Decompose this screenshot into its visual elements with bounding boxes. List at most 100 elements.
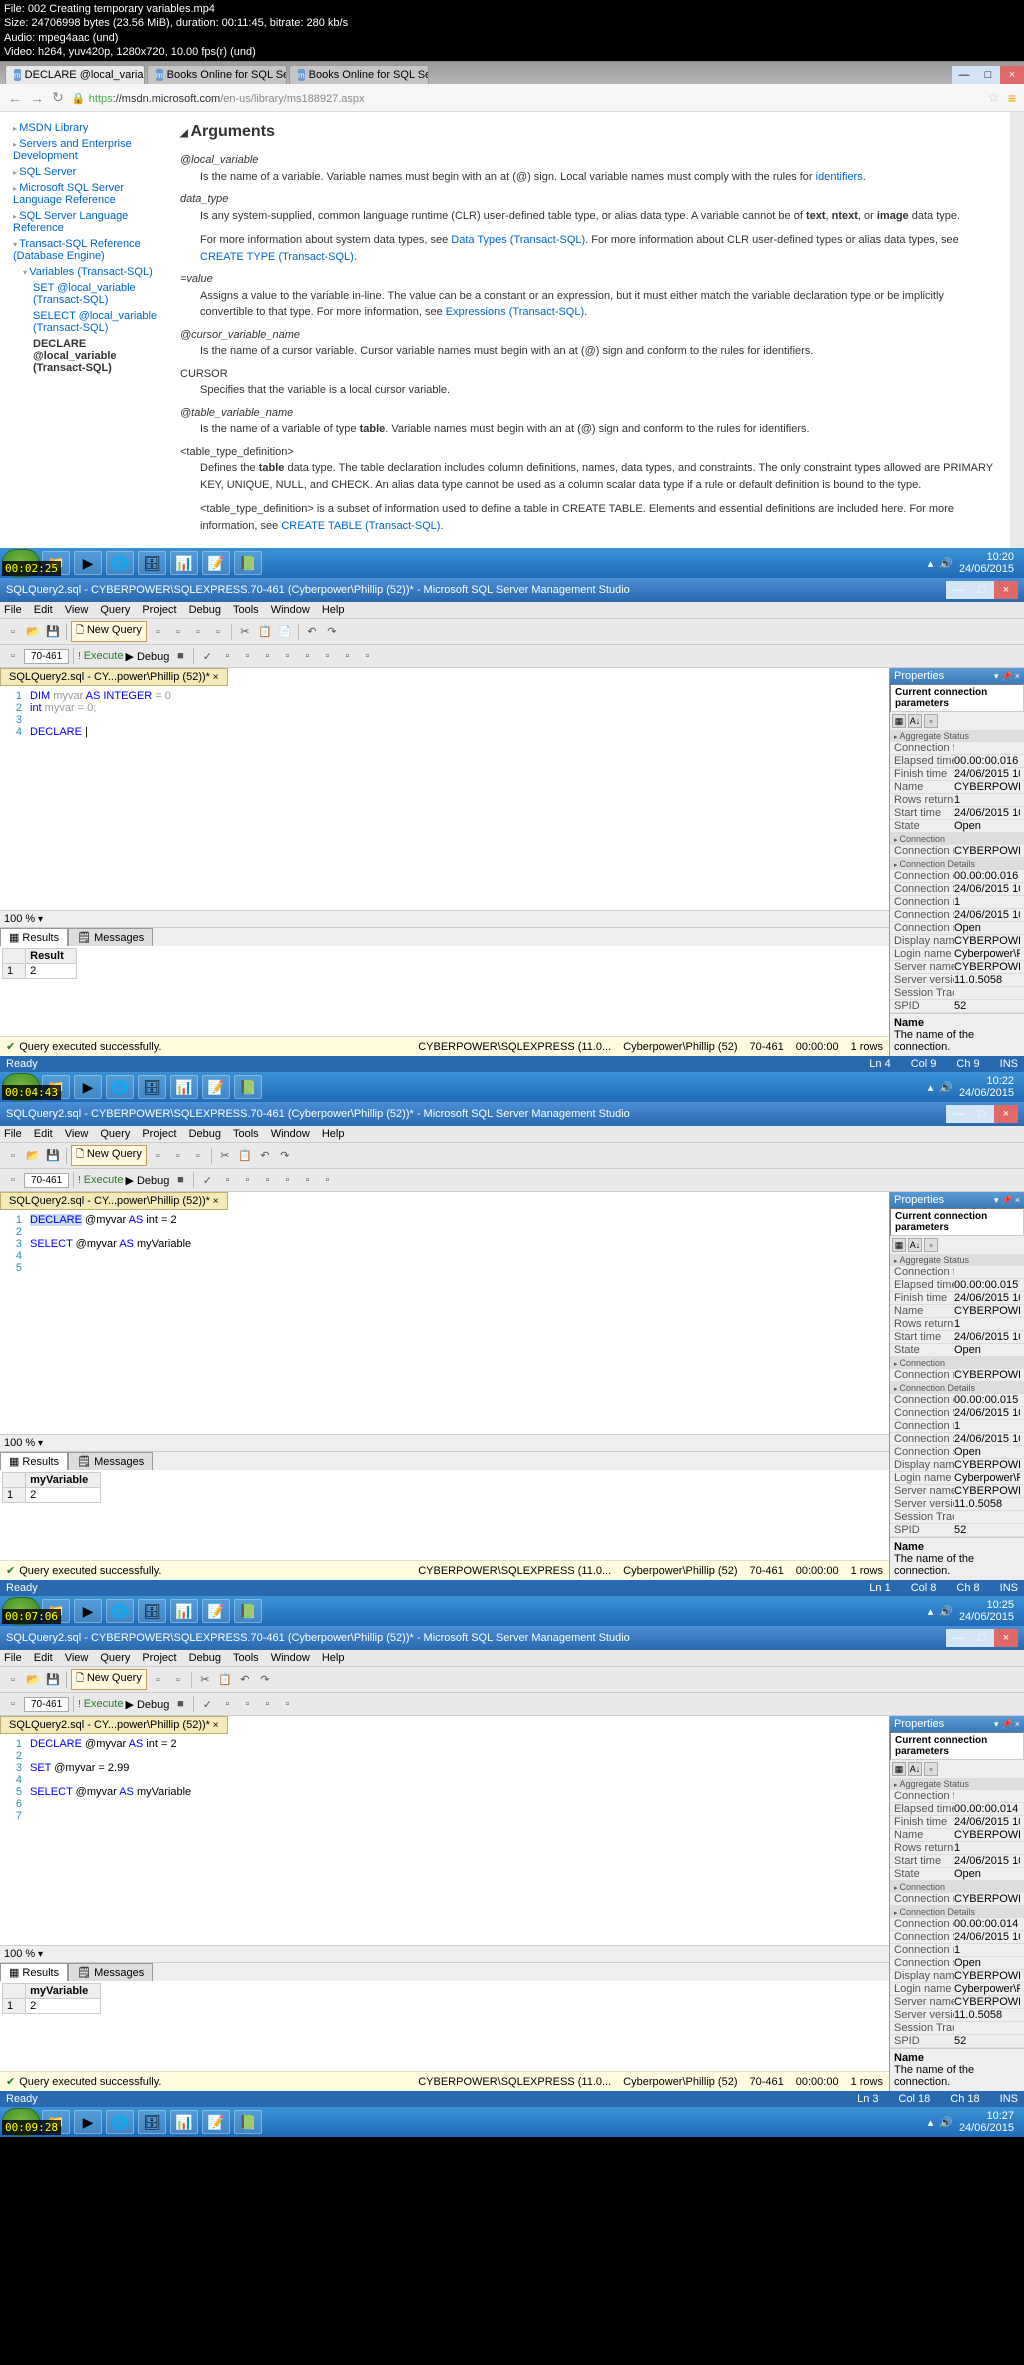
tb-btn[interactable]: ▫ <box>298 647 316 665</box>
debug-button[interactable]: ▶ Debug <box>125 650 169 663</box>
clock[interactable]: 10:2024/06/2015 <box>959 551 1014 575</box>
taskbar-word[interactable]: 📝 <box>202 551 230 575</box>
speaker-icon[interactable]: 🔊 <box>939 557 953 570</box>
tb-btn[interactable]: ▫ <box>318 647 336 665</box>
pin-icon[interactable]: ▾ 📌 × <box>994 671 1020 682</box>
new-query-button[interactable]: 🗋 New Query <box>71 621 147 642</box>
prop-row: Login nameCyberpower\Phillip <box>890 1983 1024 1996</box>
alpha-icon[interactable]: A↓ <box>908 714 922 728</box>
results-grid[interactable]: Result 12 <box>0 946 889 1036</box>
tb-btn[interactable]: ▫ <box>149 623 167 641</box>
tray-arrow-icon[interactable]: ▴ <box>928 557 934 570</box>
menu-window[interactable]: Window <box>271 604 310 616</box>
prop-row: Connection rov1 <box>890 1944 1024 1957</box>
menu-tools[interactable]: Tools <box>233 604 259 616</box>
tb-check[interactable]: ✓ <box>198 647 216 665</box>
tab-3[interactable]: mBooks Online for SQL Ser× <box>289 65 429 84</box>
tb-btn[interactable]: ▫ <box>238 647 256 665</box>
taskbar-ssms[interactable]: 🗄 <box>138 551 166 575</box>
prop-row: Connection staOpen <box>890 922 1024 935</box>
close-button[interactable]: × <box>1000 66 1024 84</box>
props-icon[interactable]: ▫ <box>924 714 938 728</box>
link-identifiers[interactable]: identifiers <box>816 171 863 183</box>
menu-edit[interactable]: Edit <box>34 604 53 616</box>
sidebar-item-current[interactable]: DECLARE @local_variable (Transact-SQL) <box>5 336 160 376</box>
sidebar-item[interactable]: Servers and Enterprise Development <box>5 136 160 164</box>
link-data-types[interactable]: Data Types (Transact-SQL) <box>451 234 585 246</box>
sidebar-item[interactable]: SELECT @local_variable (Transact-SQL) <box>5 308 160 336</box>
tab-2[interactable]: mBooks Online for SQL Ser× <box>147 65 287 84</box>
taskbar-excel[interactable]: 📊 <box>170 551 198 575</box>
tb-paste[interactable]: 📄 <box>276 623 294 641</box>
sidebar-item[interactable]: Variables (Transact-SQL) <box>5 264 160 280</box>
tb-copy[interactable]: 📋 <box>256 623 274 641</box>
link-create-type[interactable]: CREATE TYPE (Transact-SQL) <box>200 251 354 263</box>
taskbar-chrome[interactable]: 🌐 <box>106 551 134 575</box>
tb-undo[interactable]: ↶ <box>303 623 321 641</box>
menu-icon[interactable]: ≡ <box>1008 90 1016 106</box>
back-button[interactable]: ← <box>8 90 22 106</box>
ssms-toolbar-1: ▫📂💾 🗋 New Query ▫▫▫▫ ✂📋📄 ↶↷ <box>0 619 1024 645</box>
prop-row: Server nameCYBERPOWER\SQLEXP <box>890 1485 1024 1498</box>
system-tray[interactable]: ▴ 🔊 10:2024/06/2015 <box>928 551 1022 575</box>
tb-btn[interactable]: ▫ <box>169 623 187 641</box>
tb-btn[interactable]: ▫ <box>278 647 296 665</box>
maximize-button[interactable]: □ <box>976 66 1000 84</box>
link-create-table[interactable]: CREATE TABLE (Transact-SQL) <box>281 520 440 532</box>
menu-debug[interactable]: Debug <box>189 604 221 616</box>
tb-open[interactable]: 📂 <box>24 623 42 641</box>
tb-btn[interactable]: ▫ <box>209 623 227 641</box>
sidebar-item[interactable]: MSDN Library <box>5 120 160 136</box>
minimize-button[interactable]: — <box>946 581 970 599</box>
zoom-indicator[interactable]: 100 % ▾ <box>0 910 889 927</box>
sql-editor[interactable]: 1DECLARE @myvar AS int = 2 2 3SET @myvar… <box>0 1734 889 1945</box>
menu-view[interactable]: View <box>65 604 89 616</box>
forward-button[interactable]: → <box>30 90 44 106</box>
tb-btn[interactable]: ▫ <box>218 647 236 665</box>
tb-redo[interactable]: ↷ <box>323 623 341 641</box>
execute-button[interactable]: ! Execute <box>78 650 123 662</box>
menu-query[interactable]: Query <box>100 604 130 616</box>
ssms-window-3: SQLQuery2.sql - CYBERPOWER\SQLEXPRESS.70… <box>0 1626 1024 2107</box>
close-button[interactable]: × <box>994 581 1018 599</box>
tb-btn[interactable]: ▫ <box>338 647 356 665</box>
ssms-titlebar: SQLQuery2.sql - CYBERPOWER\SQLEXPRESS.70… <box>0 578 1024 602</box>
reload-button[interactable]: ↻ <box>52 89 64 106</box>
maximize-button[interactable]: □ <box>970 581 994 599</box>
menu-project[interactable]: Project <box>142 604 176 616</box>
categorize-icon[interactable]: ▦ <box>892 714 906 728</box>
sidebar-item[interactable]: Microsoft SQL Server Language Reference <box>5 180 160 208</box>
menu-help[interactable]: Help <box>322 604 345 616</box>
tb-stop[interactable]: ■ <box>171 647 189 665</box>
url-input[interactable]: 🔒 https://msdn.microsoft.com/en-us/libra… <box>72 91 980 105</box>
tb-btn[interactable]: ▫ <box>4 647 22 665</box>
results-tab[interactable]: ▦ Results <box>0 928 68 946</box>
window-buttons: — □ × <box>952 66 1024 84</box>
prop-row: Login nameCyberpower\Phillip <box>890 948 1024 961</box>
star-icon[interactable]: ☆ <box>987 89 1000 106</box>
page-content: MSDN Library Servers and Enterprise Deve… <box>0 112 1024 548</box>
menu-file[interactable]: File <box>4 604 22 616</box>
tb-btn[interactable]: ▫ <box>258 647 276 665</box>
tb-new[interactable]: ▫ <box>4 623 22 641</box>
sql-editor[interactable]: 1DECLARE @myvar AS int = 2 2 3SELECT @my… <box>0 1210 889 1434</box>
sidebar-item[interactable]: SQL Server Language Reference <box>5 208 160 236</box>
prop-row: SPID52 <box>890 2035 1024 2048</box>
tb-cut[interactable]: ✂ <box>236 623 254 641</box>
sidebar-item[interactable]: SQL Server <box>5 164 160 180</box>
props-category[interactable]: Aggregate Status <box>890 730 1024 742</box>
tab-active[interactable]: mDECLARE @local_variabl× <box>5 65 145 84</box>
minimize-button[interactable]: — <box>952 66 976 84</box>
tb-save[interactable]: 💾 <box>44 623 62 641</box>
link-expressions[interactable]: Expressions (Transact-SQL) <box>446 306 584 318</box>
tb-btn[interactable]: ▫ <box>358 647 376 665</box>
taskbar-excel2[interactable]: 📗 <box>234 551 262 575</box>
tb-btn[interactable]: ▫ <box>189 623 207 641</box>
sidebar-item[interactable]: Transact-SQL Reference (Database Engine) <box>5 236 160 264</box>
messages-tab[interactable]: 🗒 Messages <box>68 928 153 946</box>
document-tab[interactable]: SQLQuery2.sql - CY...power\Phillip (52))… <box>0 668 228 686</box>
sql-editor[interactable]: 1DIM myvar AS INTEGER = 0 2int myvar = 0… <box>0 686 889 910</box>
database-selector[interactable]: 70-461 <box>24 649 69 664</box>
sidebar-item[interactable]: SET @local_variable (Transact-SQL) <box>5 280 160 308</box>
taskbar-media[interactable]: ▶ <box>74 551 102 575</box>
